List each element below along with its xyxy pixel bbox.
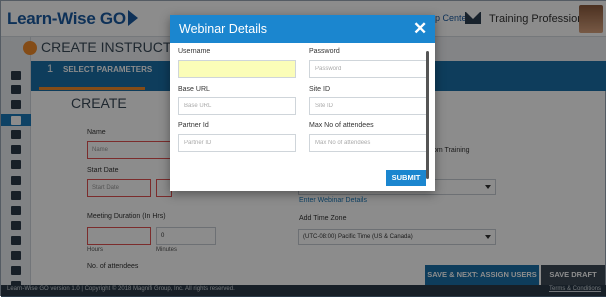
site-id-label: Site ID bbox=[309, 86, 331, 93]
password-input[interactable] bbox=[309, 60, 427, 78]
modal-header: Webinar Details ✕ bbox=[170, 15, 435, 43]
site-id-input[interactable] bbox=[309, 97, 427, 115]
max-attendees-input[interactable] bbox=[309, 134, 427, 152]
submit-button[interactable]: SUBMIT bbox=[386, 170, 426, 186]
base-url-input[interactable] bbox=[178, 97, 296, 115]
username-input[interactable] bbox=[178, 60, 296, 78]
password-label: Password bbox=[309, 48, 340, 55]
webinar-details-modal: Webinar Details ✕ Username Password Base… bbox=[170, 15, 435, 191]
base-url-label: Base URL bbox=[178, 86, 210, 93]
partner-id-label: Partner Id bbox=[178, 122, 209, 129]
modal-scrollbar[interactable] bbox=[426, 51, 429, 179]
username-label: Username bbox=[178, 48, 211, 55]
partner-id-input[interactable] bbox=[178, 134, 296, 152]
max-attendees-label: Max No of attendees bbox=[309, 122, 374, 129]
modal-title: Webinar Details bbox=[179, 22, 268, 36]
close-icon[interactable]: ✕ bbox=[413, 19, 427, 39]
